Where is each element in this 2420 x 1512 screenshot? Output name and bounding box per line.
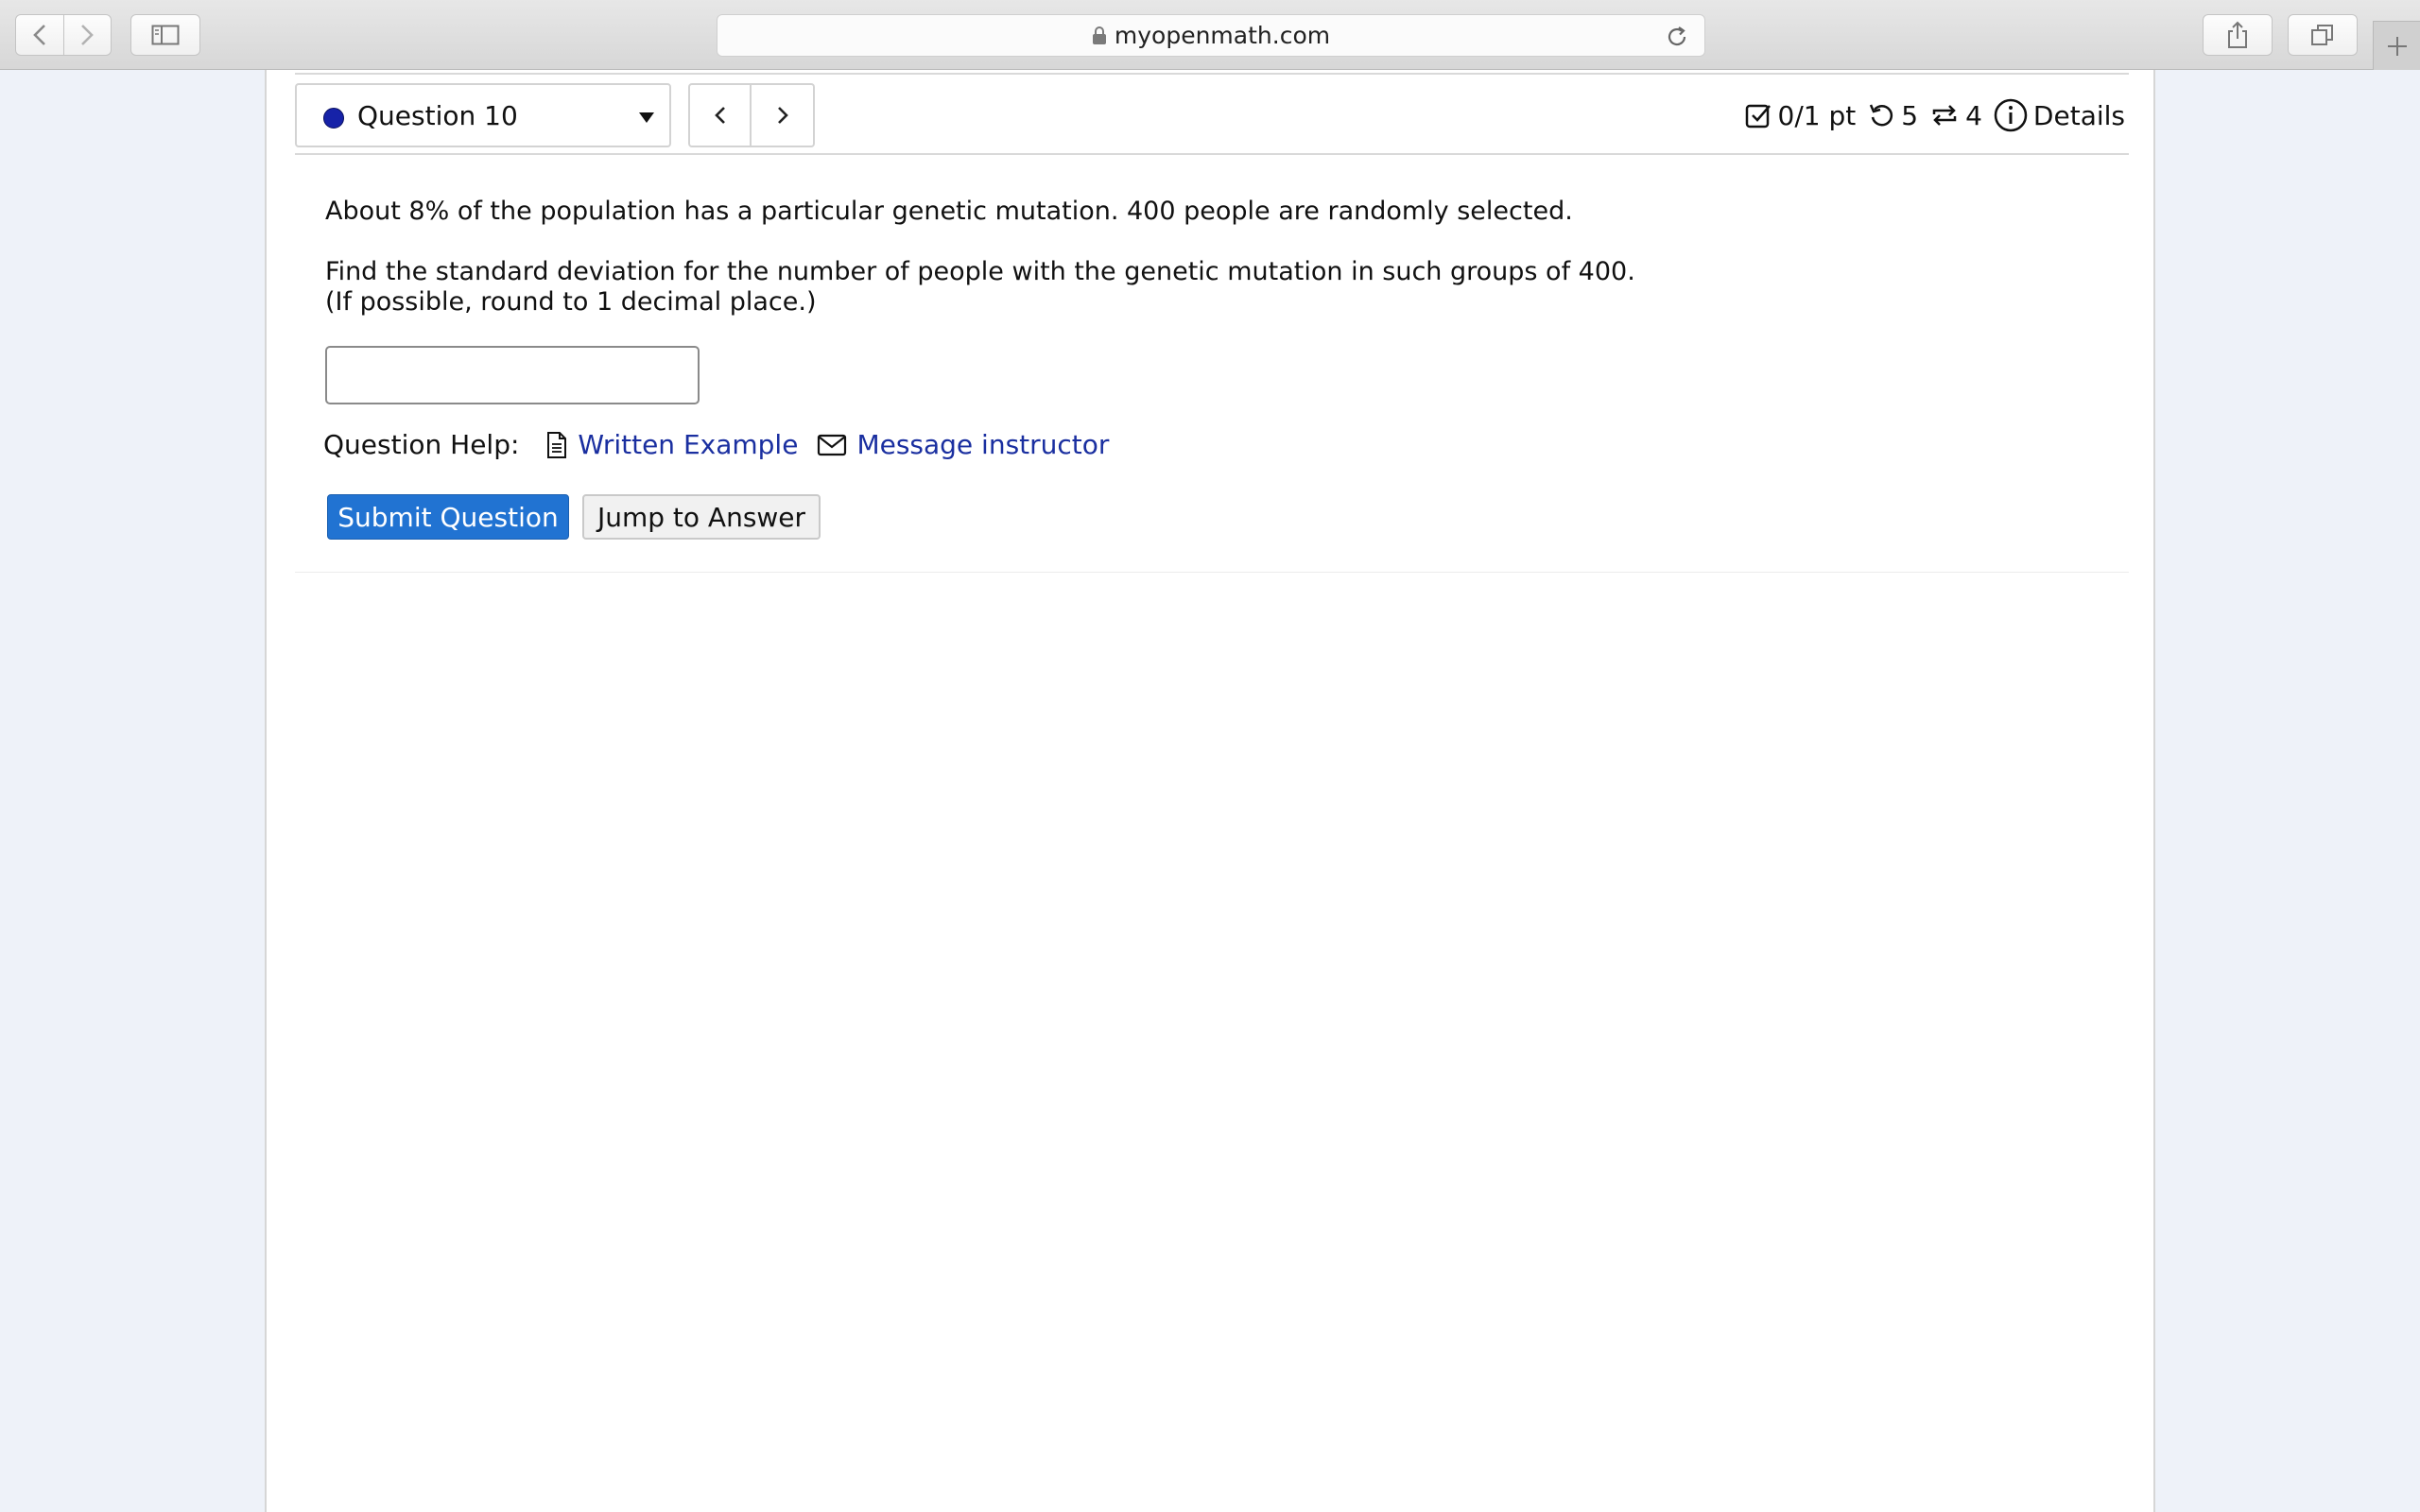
back-button[interactable] bbox=[15, 14, 64, 56]
envelope-icon bbox=[818, 434, 847, 455]
caret-down-icon bbox=[639, 112, 654, 123]
previous-question-button[interactable] bbox=[688, 83, 752, 147]
question-select-label: Question 10 bbox=[357, 100, 518, 131]
written-example-label: Written Example bbox=[578, 429, 799, 460]
forward-button[interactable] bbox=[63, 14, 112, 56]
lock-icon bbox=[1092, 26, 1106, 44]
answer-input[interactable] bbox=[325, 346, 700, 404]
question-status-bar: 0/1 pt 5 4 Details bbox=[1744, 98, 2125, 132]
chevron-right-icon bbox=[81, 25, 95, 45]
tabs-overview-button[interactable] bbox=[2288, 14, 2358, 56]
points-text: 0/1 pt bbox=[1777, 99, 1857, 131]
sidebar-icon bbox=[151, 25, 180, 45]
submit-question-button[interactable]: Submit Question bbox=[327, 494, 569, 540]
sidebar-button[interactable] bbox=[130, 14, 200, 56]
repeat-icon bbox=[1932, 105, 1957, 126]
share-button[interactable] bbox=[2203, 14, 2273, 56]
share-icon bbox=[2228, 21, 2247, 48]
reload-icon[interactable] bbox=[1665, 25, 1689, 49]
undo-icon bbox=[1870, 104, 1893, 127]
browser-toolbar: myopenmath.com bbox=[0, 0, 2420, 70]
regenerations-count: 4 bbox=[1965, 99, 1982, 131]
message-instructor-link[interactable]: Message instructor bbox=[817, 429, 1109, 460]
document-icon bbox=[547, 431, 567, 458]
retries-status: 5 bbox=[1867, 100, 1918, 131]
regenerations-status: 4 bbox=[1929, 100, 1982, 131]
chevron-right-icon bbox=[777, 107, 788, 124]
chevron-left-icon bbox=[714, 107, 725, 124]
question-status-dot bbox=[323, 108, 344, 129]
question-help-label: Question Help: bbox=[323, 429, 520, 460]
header-divider bbox=[295, 153, 2129, 155]
written-example-link[interactable]: Written Example bbox=[545, 429, 798, 460]
page-content: Question 10 0/1 pt 5 4 Details About 8% … bbox=[265, 70, 2155, 1512]
url-text: myopenmath.com bbox=[1114, 22, 1331, 49]
tabs-icon bbox=[2311, 25, 2333, 45]
points-status: 0/1 pt bbox=[1744, 99, 1857, 131]
retries-count: 5 bbox=[1901, 99, 1919, 131]
chevron-left-icon bbox=[32, 25, 45, 45]
question-text-line1: About 8% of the population has a particu… bbox=[325, 197, 1573, 226]
history-nav bbox=[15, 14, 112, 56]
jump-to-answer-button[interactable]: Jump to Answer bbox=[582, 494, 821, 540]
next-question-button[interactable] bbox=[752, 83, 815, 147]
bottom-divider bbox=[295, 572, 2129, 573]
details-label: Details bbox=[2032, 99, 2125, 131]
message-instructor-label: Message instructor bbox=[856, 429, 1110, 460]
checkbox-icon bbox=[1745, 104, 1771, 129]
top-divider bbox=[295, 73, 2129, 75]
question-help: Question Help: Written Example Message i… bbox=[323, 429, 1128, 460]
plus-icon bbox=[2387, 36, 2407, 56]
question-text-line2: Find the standard deviation for the numb… bbox=[325, 257, 1635, 317]
new-tab-button[interactable] bbox=[2373, 21, 2420, 70]
address-bar[interactable]: myopenmath.com bbox=[717, 14, 1705, 57]
info-icon bbox=[1994, 98, 2028, 132]
question-select[interactable]: Question 10 bbox=[295, 83, 671, 147]
details-button[interactable]: Details bbox=[1994, 98, 2125, 132]
